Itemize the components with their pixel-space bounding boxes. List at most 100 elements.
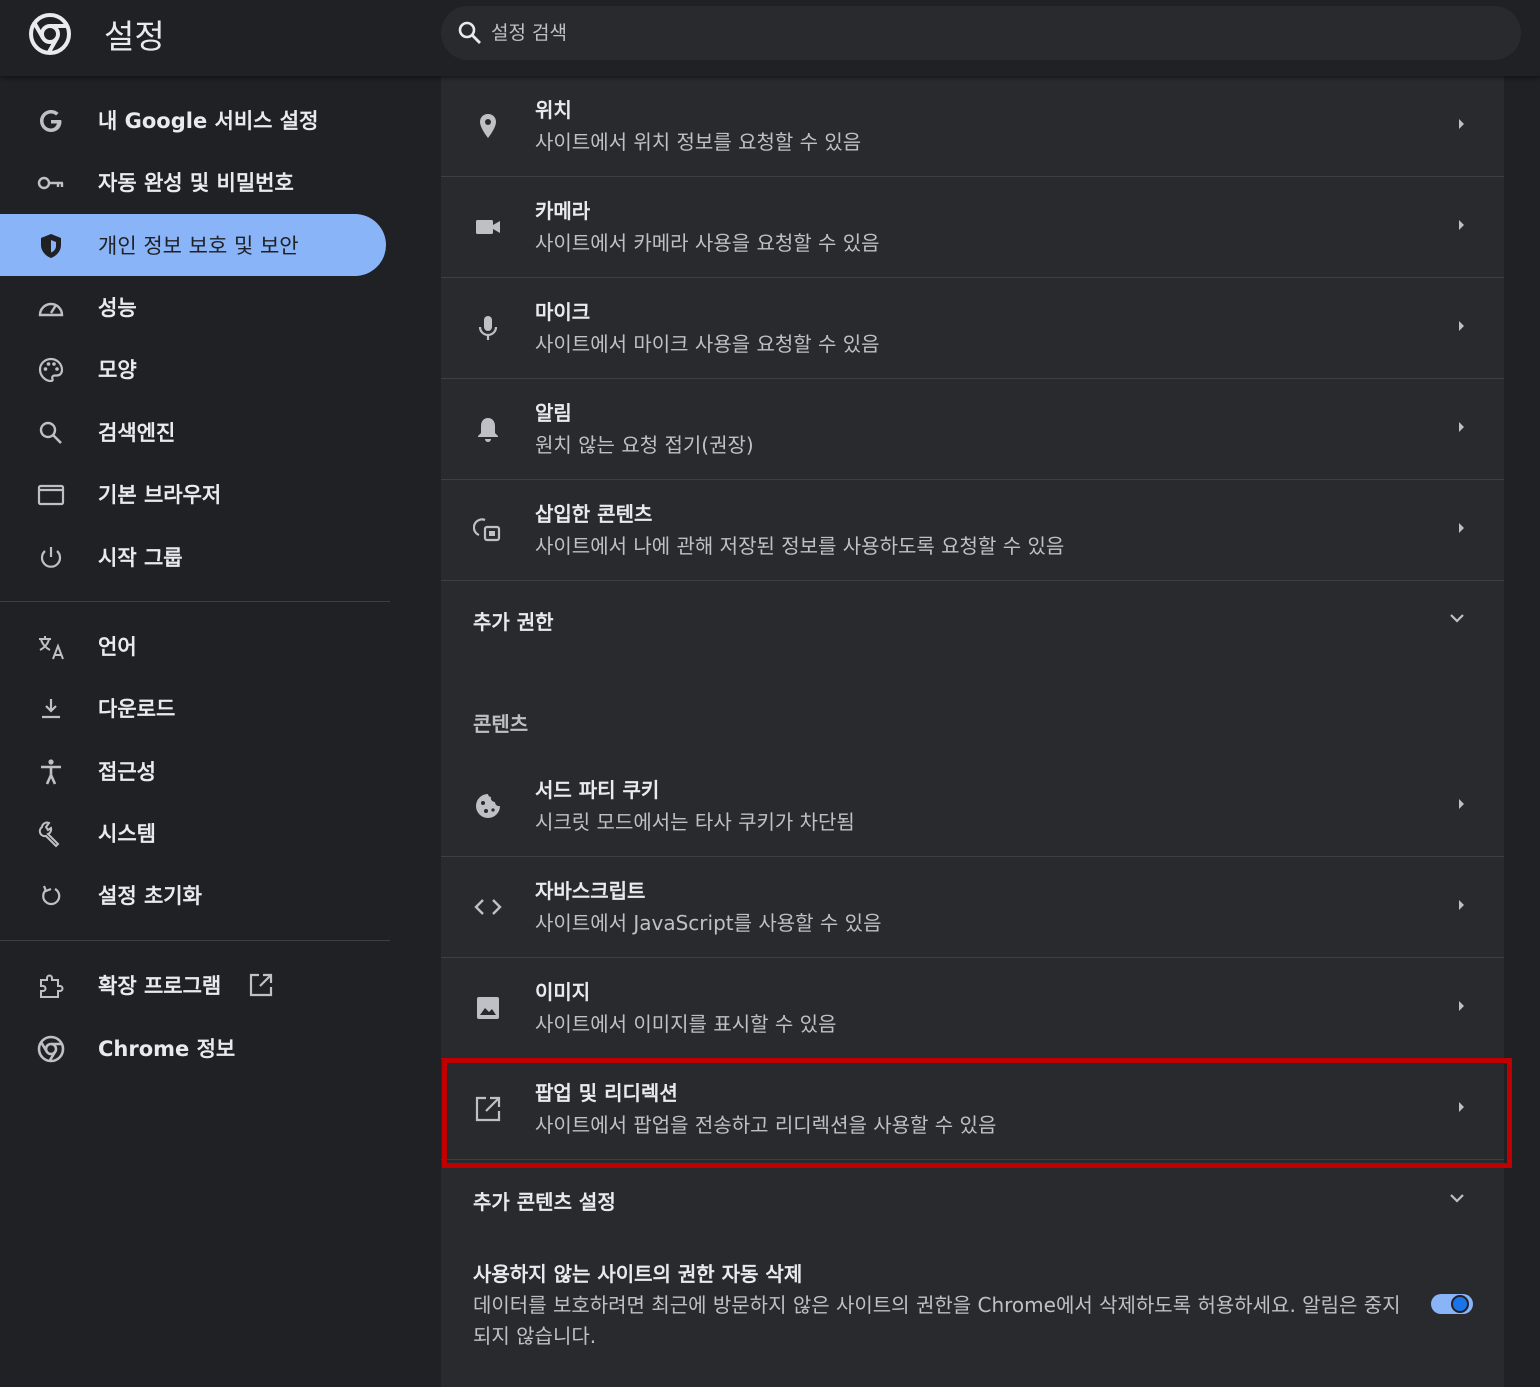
chrome-logo-icon <box>28 12 72 56</box>
row-subtitle: 사이트에서 팝업을 전송하고 리디렉션을 사용할 수 있음 <box>535 1113 997 1137</box>
row-subtitle: 사이트에서 이미지를 표시할 수 있음 <box>535 1012 837 1036</box>
power-icon <box>36 543 66 573</box>
sidebar-item-label: 개인 정보 보호 및 보안 <box>98 234 299 258</box>
chevron-right-icon <box>1451 1097 1471 1117</box>
sidebar-item-label: 접근성 <box>98 760 156 784</box>
content-section-label: 콘텐츠 <box>473 712 529 736</box>
permission-row-embedded-content[interactable]: 삽입한 콘텐츠 사이트에서 나에 관해 저장된 정보를 사용하도록 요청할 수 … <box>441 480 1504 581</box>
google-g-icon <box>36 106 66 136</box>
search-icon <box>457 20 483 46</box>
reset-icon <box>36 881 66 911</box>
external-link-icon <box>247 971 275 999</box>
sidebar-item-reset[interactable]: 설정 초기화 <box>0 864 386 926</box>
sidebar-item-label: 기본 브라우저 <box>98 483 222 507</box>
row-title: 위치 <box>535 98 572 122</box>
row-title: 마이크 <box>535 300 591 324</box>
chevron-right-icon <box>1451 895 1471 915</box>
accessibility-icon <box>36 757 66 787</box>
sidebar-item-system[interactable]: 시스템 <box>0 802 386 864</box>
sidebar-divider <box>0 601 390 602</box>
sidebar-item-label: 시작 그룹 <box>98 546 183 570</box>
content-row-javascript[interactable]: 자바스크립트 사이트에서 JavaScript를 사용할 수 있음 <box>441 857 1504 958</box>
bell-icon <box>473 414 503 444</box>
sidebar-item-label: 언어 <box>98 635 137 659</box>
search-icon <box>36 418 66 448</box>
sidebar-item-label: 내 Google 서비스 설정 <box>98 109 319 133</box>
chevron-down-icon[interactable] <box>1445 1186 1469 1210</box>
sidebar-item-appearance[interactable]: 모양 <box>0 338 386 400</box>
sidebar-item-label: 다운로드 <box>98 697 176 721</box>
sidebar-item-label: 확장 프로그램 <box>98 974 222 998</box>
chevron-right-icon <box>1451 417 1471 437</box>
auto-revoke-title: 사용하지 않는 사이트의 권한 자동 삭제 <box>473 1262 803 1286</box>
permission-row-location[interactable]: 위치 사이트에서 위치 정보를 요청할 수 있음 <box>441 76 1504 177</box>
row-subtitle: 사이트에서 위치 정보를 요청할 수 있음 <box>535 130 862 154</box>
auto-revoke-toggle[interactable] <box>1431 1292 1473 1316</box>
row-title: 카메라 <box>535 199 591 223</box>
row-subtitle: 원치 않는 요청 접기(권장) <box>535 433 754 457</box>
additional-content-settings-header[interactable]: 추가 콘텐츠 설정 <box>473 1186 616 1215</box>
sidebar-item-privacy-security[interactable]: 개인 정보 보호 및 보안 <box>0 214 386 276</box>
chevron-right-icon <box>1451 794 1471 814</box>
chevron-down-icon[interactable] <box>1445 606 1469 630</box>
translate-icon <box>36 632 66 662</box>
wrench-icon <box>36 819 66 849</box>
site-settings-panel: 위치 사이트에서 위치 정보를 요청할 수 있음 카메라 사이트에서 카메라 사… <box>441 76 1504 1387</box>
image-icon <box>473 993 503 1023</box>
code-icon <box>473 892 503 922</box>
sidebar-item-extensions[interactable]: 확장 프로그램 <box>0 954 386 1016</box>
row-subtitle: 사이트에서 카메라 사용을 요청할 수 있음 <box>535 231 880 255</box>
sidebar-item-on-startup[interactable]: 시작 그룹 <box>0 526 386 588</box>
palette-icon <box>36 355 66 385</box>
row-title: 알림 <box>535 401 572 425</box>
sidebar: 내 Google 서비스 설정 자동 완성 및 비밀번호 개인 정보 보호 및 … <box>0 76 390 1387</box>
puzzle-icon <box>36 971 66 1001</box>
sidebar-item-label: 자동 완성 및 비밀번호 <box>98 171 294 195</box>
sidebar-item-downloads[interactable]: 다운로드 <box>0 677 386 739</box>
sidebar-item-label: 검색엔진 <box>98 421 176 445</box>
auto-revoke-description: 데이터를 보호하려면 최근에 방문하지 않은 사이트의 권한을 Chrome에서… <box>473 1293 1401 1348</box>
permission-row-notifications[interactable]: 알림 원치 않는 요청 접기(권장) <box>441 379 1504 480</box>
content-row-third-party-cookies[interactable]: 서드 파티 쿠키 시크릿 모드에서는 타사 쿠키가 차단됨 <box>441 756 1504 857</box>
cookie-icon <box>473 791 503 821</box>
row-subtitle: 시크릿 모드에서는 타사 쿠키가 차단됨 <box>535 810 855 834</box>
location-pin-icon <box>473 111 503 141</box>
sidebar-item-autofill[interactable]: 자동 완성 및 비밀번호 <box>0 151 386 213</box>
key-icon <box>36 168 66 198</box>
row-title: 자바스크립트 <box>535 879 646 903</box>
permission-row-microphone[interactable]: 마이크 사이트에서 마이크 사용을 요청할 수 있음 <box>441 278 1504 379</box>
sidebar-item-about-chrome[interactable]: Chrome 정보 <box>0 1017 386 1079</box>
sidebar-item-label: 모양 <box>98 358 137 382</box>
toggle-knob <box>1451 1295 1469 1313</box>
chevron-right-icon <box>1451 114 1471 134</box>
chevron-right-icon <box>1451 316 1471 336</box>
content-row-images[interactable]: 이미지 사이트에서 이미지를 표시할 수 있음 <box>441 958 1504 1059</box>
sidebar-item-google-services[interactable]: 내 Google 서비스 설정 <box>0 89 386 151</box>
sidebar-item-search-engine[interactable]: 검색엔진 <box>0 401 386 463</box>
chevron-right-icon <box>1451 518 1471 538</box>
row-subtitle: 사이트에서 JavaScript를 사용할 수 있음 <box>535 911 882 935</box>
sidebar-item-languages[interactable]: 언어 <box>0 615 386 677</box>
sidebar-item-accessibility[interactable]: 접근성 <box>0 740 386 802</box>
shield-icon <box>36 231 66 261</box>
sidebar-divider <box>0 940 390 941</box>
sidebar-item-label: 설정 초기화 <box>98 884 202 908</box>
additional-permissions-header[interactable]: 추가 권한 <box>473 606 554 635</box>
chrome-icon <box>36 1034 66 1064</box>
sidebar-item-performance[interactable]: 성능 <box>0 276 386 338</box>
browser-window-icon <box>36 480 66 510</box>
top-bar: 설정 <box>0 0 1540 76</box>
sidebar-item-label: 시스템 <box>98 822 156 846</box>
camera-icon <box>473 212 503 242</box>
search-input[interactable] <box>491 6 1391 60</box>
content-row-popups-redirects[interactable]: 팝업 및 리디렉션 사이트에서 팝업을 전송하고 리디렉션을 사용할 수 있음 <box>441 1059 1504 1160</box>
chevron-right-icon <box>1451 215 1471 235</box>
permission-row-camera[interactable]: 카메라 사이트에서 카메라 사용을 요청할 수 있음 <box>441 177 1504 278</box>
sidebar-item-default-browser[interactable]: 기본 브라우저 <box>0 463 386 525</box>
download-icon <box>36 694 66 724</box>
microphone-icon <box>473 313 503 343</box>
row-title: 이미지 <box>535 980 591 1004</box>
search-box[interactable] <box>441 6 1521 60</box>
row-title: 팝업 및 리디렉션 <box>535 1081 678 1105</box>
page-title: 설정 <box>104 17 165 56</box>
